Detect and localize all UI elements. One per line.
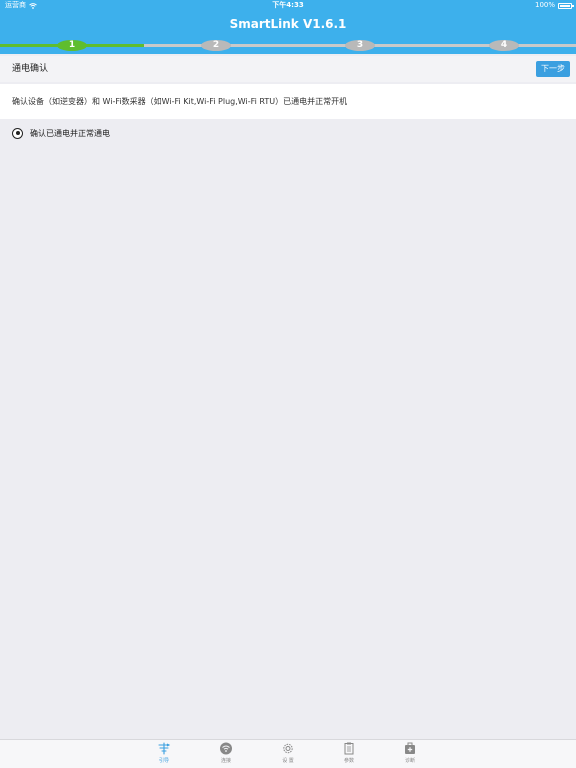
step-3-indicator: 3: [345, 40, 375, 51]
next-step-button[interactable]: 下一步: [536, 61, 570, 77]
battery-icon: [558, 2, 574, 9]
tab-label: 连接: [220, 758, 231, 764]
description-text: 确认设备（如逆变器）和 Wi-Fi数采器（如Wi-Fi Kit,Wi-Fi Pl…: [12, 97, 348, 106]
status-time: 下午4:33: [272, 1, 304, 9]
tab-label: 诊断: [404, 758, 415, 764]
confirm-radio[interactable]: [12, 127, 23, 139]
tab-guide[interactable]: 引导: [144, 742, 184, 766]
tab-settings[interactable]: 设 置: [268, 742, 308, 766]
step-1-indicator: 1: [57, 40, 87, 51]
battery-percent: 100%: [534, 1, 555, 9]
tab-label: 引导: [158, 758, 169, 764]
tab-label: 参数: [343, 758, 354, 764]
app-title: SmartLink V1.6.1: [229, 17, 347, 31]
battery-indicator: 100%: [534, 0, 574, 11]
section-header: 通电确认 下一步: [0, 56, 576, 82]
power-confirm-option[interactable]: 确认已通电并正常通电: [12, 125, 110, 141]
step-4-indicator: 4: [489, 40, 519, 51]
tab-bar: 引导 连接 设 置 参数 诊断: [0, 739, 576, 768]
tab-diagnose[interactable]: 诊断: [390, 742, 430, 766]
tab-label: 设 置: [282, 758, 294, 764]
confirm-label: 确认已通电并正常通电: [30, 128, 110, 138]
wifi-icon: [220, 742, 232, 755]
nav-bar: SmartLink V1.6.1: [0, 11, 576, 37]
gear-icon: [283, 743, 293, 754]
tab-connect[interactable]: 连接: [206, 742, 246, 766]
guide-icon: [158, 742, 171, 755]
step-2-indicator: 2: [201, 40, 231, 51]
clipboard-icon: [344, 742, 354, 755]
section-title: 通电确认: [12, 64, 49, 74]
step-progress: 1 2 3 4: [0, 37, 576, 54]
status-bar: 运营商 下午4:33 100%: [0, 0, 576, 11]
tab-parameters[interactable]: 参数: [329, 742, 369, 766]
medkit-icon: [405, 742, 415, 754]
description-panel: 确认设备（如逆变器）和 Wi-Fi数采器（如Wi-Fi Kit,Wi-Fi Pl…: [0, 84, 576, 119]
